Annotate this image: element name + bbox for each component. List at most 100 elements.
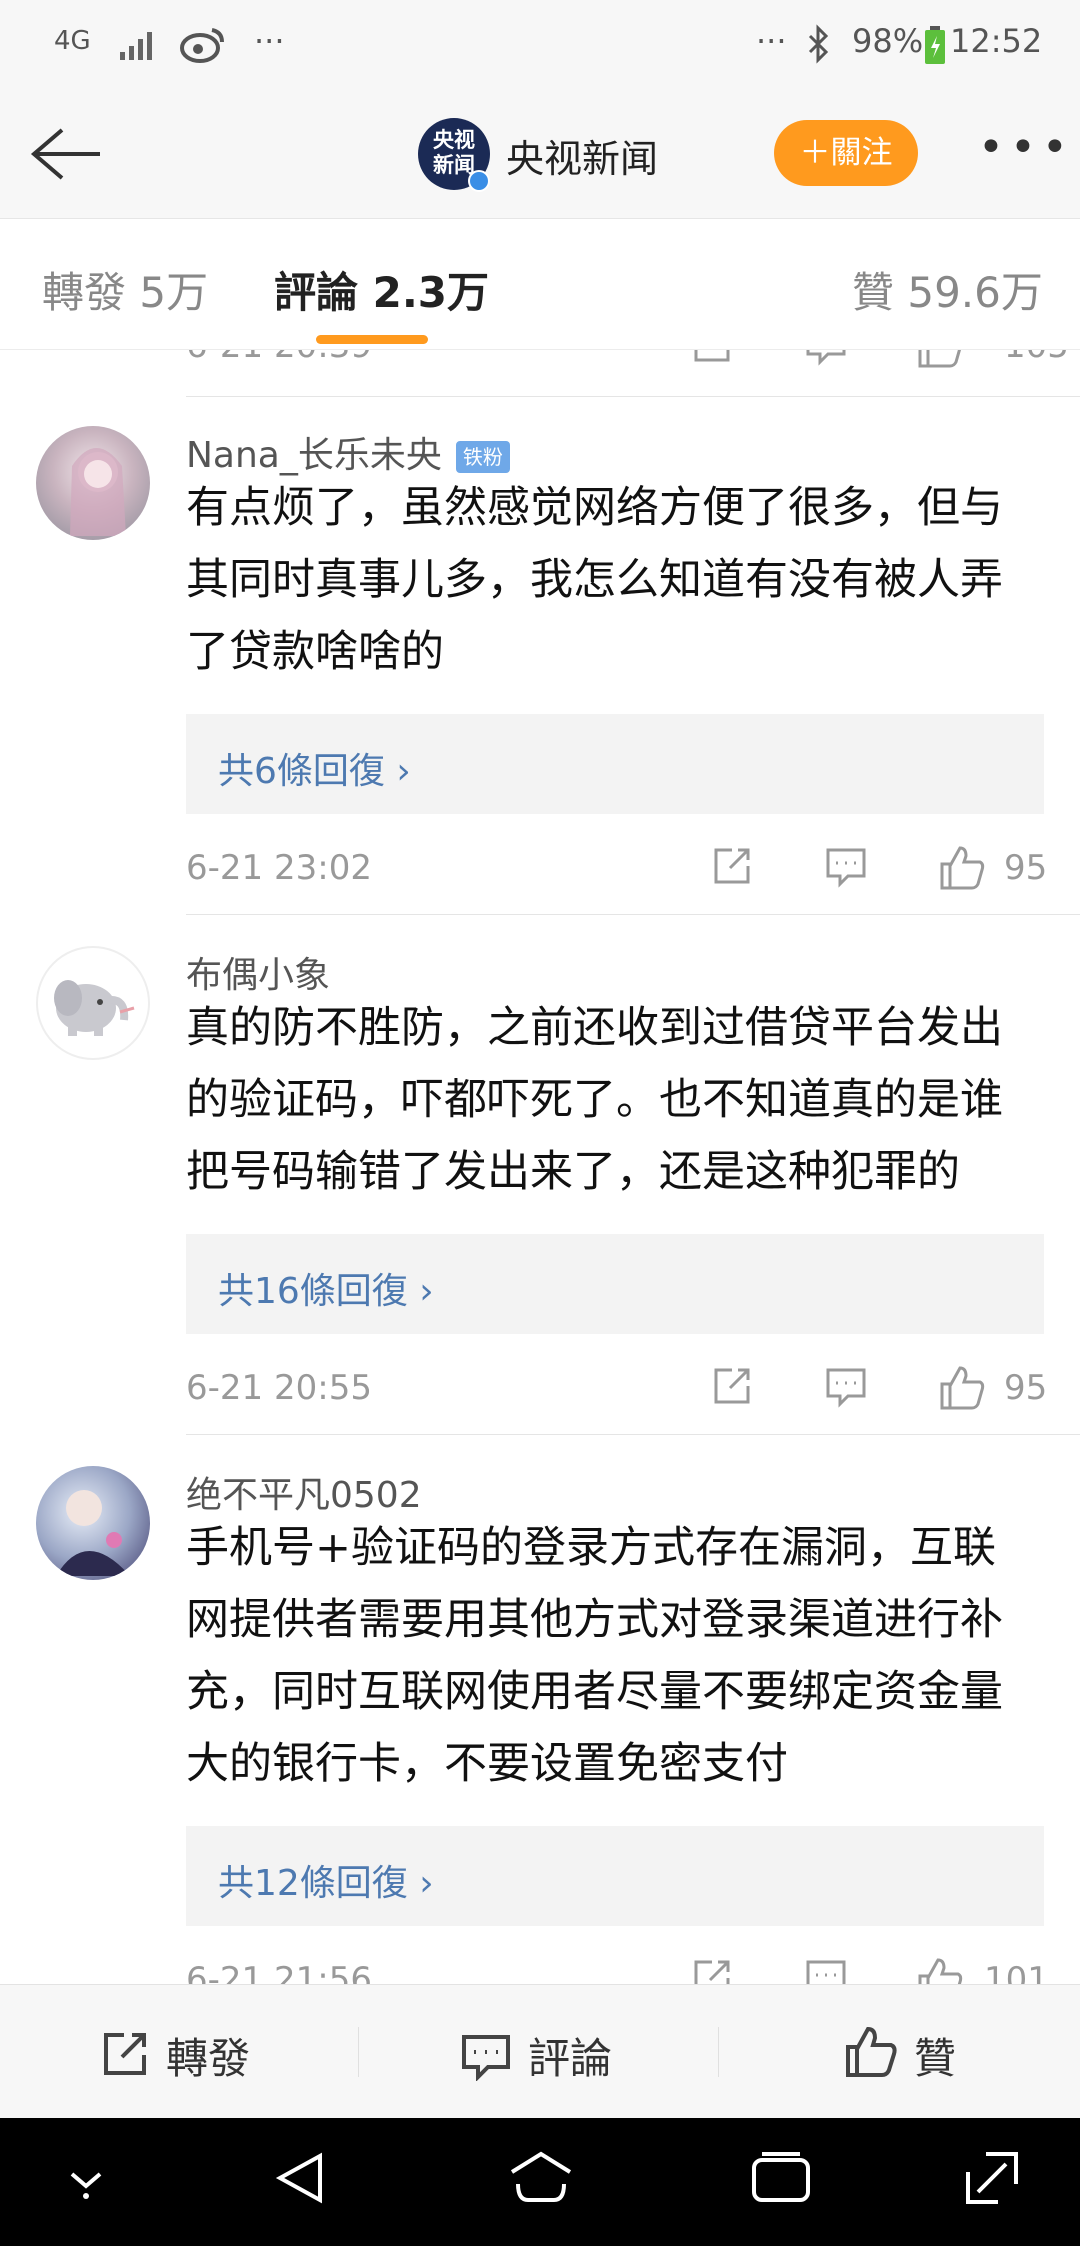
like-count: 95 [1004,1368,1048,1408]
comment-meta: 6-21 23:02 95 [186,844,1080,894]
comment-line: 有点烦了，虽然感觉网络方便了很多，但与 [186,483,1003,533]
share-icon[interactable] [710,844,754,888]
comment-line: 的验证码，吓都吓死了。也不知道真的是谁 [186,1075,1003,1125]
repost-icon [104,2033,146,2075]
weibo-icon [180,28,224,63]
replies-link[interactable]: 共12條回復 › [218,1854,434,1906]
comment-button[interactable]: 評論 [456,1985,676,2119]
logo-text-top: 央视 [433,128,475,152]
comment-time: 6-21 21:56 [186,1960,372,1984]
separator [358,2027,359,2077]
username-text: 绝不平凡0502 [186,1475,422,1516]
signal-icon [120,32,152,60]
comment-line: 大的银行卡，不要设置免密支付 [186,1739,788,1789]
status-more-right: ··· [756,22,787,60]
username[interactable]: 布偶小象 [186,946,330,998]
comment-meta: 6-21 21:56 101 [186,1956,1080,1984]
tab-comments[interactable]: 評論 2.3万 [274,259,489,320]
share-icon[interactable] [690,1956,734,1984]
avatar[interactable] [36,1466,150,1580]
comment-line: 把号码输错了发出来了，还是这种犯罪的 [186,1147,960,1197]
tab-repost[interactable]: 轉發 5万 [42,259,208,320]
comment-line: 了贷款啥啥的 [186,627,444,677]
replies-box[interactable]: 共16條回復 › [186,1234,1044,1334]
comment-line: 真的防不胜防，之前还收到过借贷平台发出 [186,1003,1003,1053]
home-icon[interactable] [508,2148,574,2208]
avatar-image [70,448,126,536]
avatar-image [56,1490,130,1576]
comment-time: 6-21 20:55 [186,1368,372,1408]
like-icon[interactable] [938,1364,986,1412]
like-icon[interactable] [938,844,986,892]
back-triangle-icon[interactable] [272,2148,328,2208]
tab-likes[interactable]: 贊 59.6万 [852,259,1043,320]
comment-time: 6-21 23:02 [186,848,372,888]
follow-button[interactable]: ＋關注 [774,120,918,186]
comment-icon[interactable] [804,350,848,366]
battery-percent: 98% [852,22,924,60]
comment-text: 有点烦了，虽然感觉网络方便了很多，但与 其同时真事儿多，我怎么知道有没有被人弄 … [186,472,1046,688]
username[interactable]: 绝不平凡0502 [186,1466,422,1518]
comment-icon[interactable] [804,1956,848,1984]
chevron-right-icon: › [396,751,411,792]
repost-button[interactable]: 轉發 [96,1985,316,2119]
partial-comment-meta: 6-21 20:39 105 [186,350,1080,372]
comment-icon [462,2035,510,2081]
verified-badge-icon [468,170,490,192]
replies-link[interactable]: 共16條回復 › [218,1262,434,1314]
repost-label: 轉發 [166,2034,251,2083]
comment-meta: 6-21 20:55 95 [186,1364,1080,1414]
bluetooth-icon [808,24,829,64]
like-count: 101 [984,1960,1049,1984]
comment-text: 真的防不胜防，之前还收到过借贷平台发出 的验证码，吓都吓死了。也不知道真的是谁 … [186,992,1046,1208]
elephant-avatar-icon [54,980,135,1036]
like-icon [846,2026,897,2077]
comment-text: 手机号+验证码的登录方式存在漏洞，互联 网提供者需要用其他方式对登录渠道进行补 … [186,1512,1046,1800]
system-nav-bar [0,2118,1080,2246]
fullscreen-icon[interactable] [962,2148,1022,2208]
back-arrow-icon[interactable] [28,124,104,184]
active-tab-indicator [316,335,428,344]
battery-icon [925,26,945,64]
replies-box[interactable]: 共12條回復 › [186,1826,1044,1926]
clock: 12:52 [950,22,1043,60]
comment-line: 其同时真事儿多，我怎么知道有没有被人弄 [186,555,1003,605]
username[interactable]: Nana_长乐未央 铁粉 [186,426,510,478]
comment-line: 充，同时互联网使用者尽量不要绑定资金量 [186,1667,1003,1717]
share-icon[interactable] [690,350,734,366]
network-type: 4G [54,26,91,56]
comment-icon[interactable] [824,844,868,888]
comment-feed[interactable]: 6-21 20:39 105 Nana_长乐未央铁粉 有点烦了，虽然感觉网络方便… [0,350,1080,1984]
separator [718,2027,719,2077]
chevron-right-icon: › [419,1863,434,1904]
more-options-icon[interactable]: ••• [978,122,1074,173]
like-icon[interactable] [916,1956,964,1984]
comment-time: 6-21 20:39 [186,350,372,366]
comment-label: 評論 [528,2034,613,2083]
divider [186,1434,1080,1435]
status-bar: 4G ··· ··· 98% 12:52 [0,0,1080,90]
recent-apps-icon[interactable] [748,2148,814,2208]
chevron-down-icon[interactable] [64,2164,108,2204]
status-more: ··· [254,22,285,60]
like-count: 95 [1004,848,1048,888]
divider [186,396,1080,397]
avatar[interactable] [36,946,150,1060]
replies-link[interactable]: 共6條回復 › [218,742,411,794]
like-button[interactable]: 贊 [840,1985,1020,2119]
like-icon[interactable] [916,350,964,370]
share-icon[interactable] [710,1364,754,1408]
divider [186,914,1080,915]
username-text: Nana_长乐未央 [186,435,442,476]
chevron-right-icon: › [419,1271,434,1312]
comment-line: 手机号+验证码的登录方式存在漏洞，互联 [186,1523,997,1573]
account-title[interactable]: 央视新闻 [506,128,658,183]
comment-icon[interactable] [824,1364,868,1408]
bottom-action-bar: 轉發 評論 贊 [0,1984,1080,2118]
comment-line: 网提供者需要用其他方式对登录渠道进行补 [186,1595,1003,1645]
avatar[interactable] [36,426,150,540]
replies-box[interactable]: 共6條回復 › [186,714,1044,814]
like-count: 105 [1004,350,1069,366]
tab-bar: 轉發 5万 評論 2.3万 贊 59.6万 [0,218,1080,350]
top-nav-bar: 央视 新闻 央视新闻 ＋關注 ••• [0,90,1080,218]
